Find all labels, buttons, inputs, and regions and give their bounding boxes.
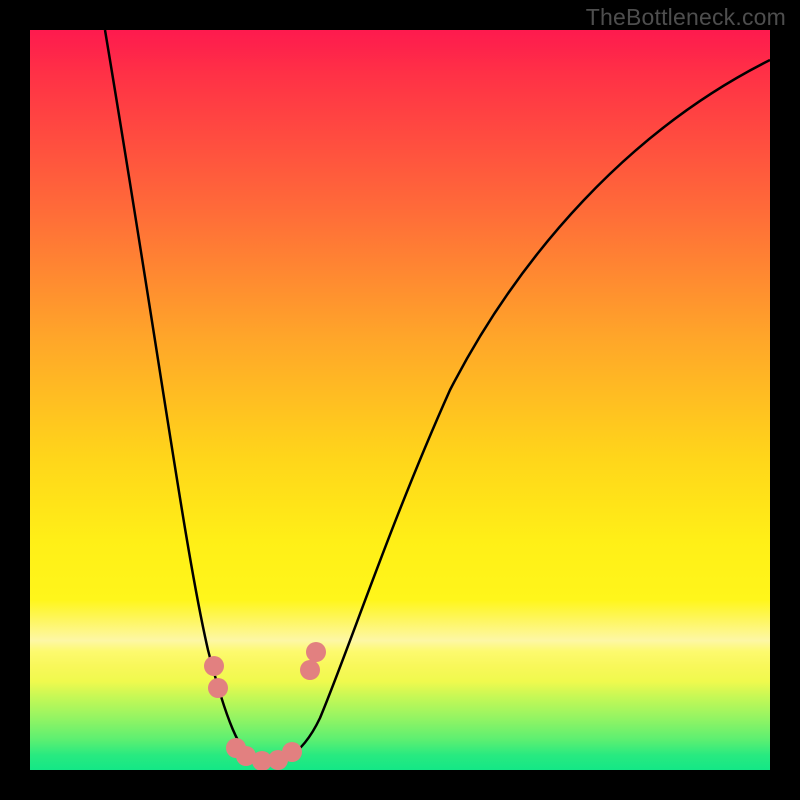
marker-dot bbox=[204, 656, 224, 676]
marker-dot bbox=[306, 642, 326, 662]
chart-frame: TheBottleneck.com bbox=[0, 0, 800, 800]
chart-svg bbox=[30, 30, 770, 770]
marker-cluster bbox=[204, 642, 326, 770]
marker-dot bbox=[208, 678, 228, 698]
marker-dot bbox=[282, 742, 302, 762]
watermark-text: TheBottleneck.com bbox=[586, 4, 786, 31]
bottleneck-curve-line bbox=[105, 30, 770, 763]
marker-dot bbox=[300, 660, 320, 680]
plot-area bbox=[30, 30, 770, 770]
